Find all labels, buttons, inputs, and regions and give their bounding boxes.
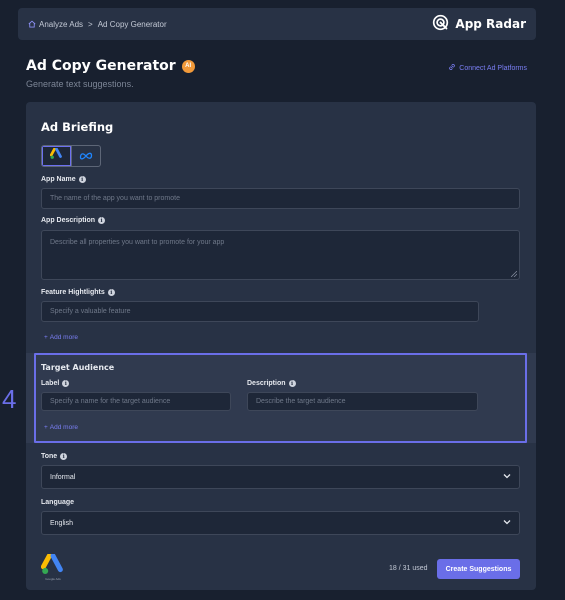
- audience-description-placeholder: Describe the target audience: [256, 398, 346, 405]
- info-icon[interactable]: i: [78, 176, 86, 183]
- plus-icon: +: [44, 334, 48, 341]
- add-audience-button[interactable]: + Add more: [44, 424, 78, 431]
- breadcrumb-separator: >: [88, 19, 93, 29]
- chevron-down-icon: [503, 473, 511, 481]
- language-select[interactable]: English: [41, 511, 520, 535]
- feature-highlight-input[interactable]: Specify a valuable feature: [41, 301, 479, 322]
- language-label-text: Language: [41, 499, 75, 506]
- breadcrumb: Analyze Ads > Ad Copy Generator: [28, 20, 167, 29]
- meta-platform-button[interactable]: [70, 146, 100, 166]
- breadcrumb-item-analyze-ads[interactable]: Analyze Ads: [28, 20, 83, 29]
- info-icon[interactable]: i: [288, 380, 296, 387]
- language-label: Language: [41, 499, 74, 506]
- feature-highlights-label-text: Feature Hightlights: [41, 289, 105, 296]
- info-icon[interactable]: i: [98, 217, 106, 224]
- tone-select[interactable]: Informal: [41, 465, 520, 489]
- resize-handle-icon[interactable]: [510, 270, 518, 278]
- tone-value: Informal: [50, 473, 76, 481]
- home-icon: [28, 20, 36, 28]
- app-radar-logo[interactable]: App Radar: [432, 14, 526, 34]
- app-name-placeholder: The name of the app you want to promote: [50, 195, 180, 202]
- audience-label-placeholder: Specify a name for the target audience: [50, 398, 171, 405]
- connect-ad-platforms-link[interactable]: Connect Ad Platforms: [448, 63, 527, 73]
- add-feature-button[interactable]: + Add more: [44, 334, 78, 341]
- audience-description-label: Description i: [247, 380, 296, 387]
- app-description-label-text: App Description: [41, 217, 96, 224]
- card-title: Ad Briefing: [41, 120, 114, 134]
- radar-icon: [432, 14, 449, 34]
- audience-label-input[interactable]: Specify a name for the target audience: [41, 392, 231, 411]
- link-icon: [448, 63, 456, 73]
- app-description-textarea[interactable]: Describe all properties you want to prom…: [41, 230, 520, 280]
- breadcrumb-label: Analyze Ads: [39, 19, 84, 29]
- audience-label-label: Label i: [41, 380, 70, 387]
- language-value: English: [50, 519, 73, 527]
- usage-counter: 18 / 31 used: [389, 565, 428, 572]
- connect-link-label: Connect Ad Platforms: [459, 64, 527, 72]
- add-more-label: Add more: [49, 334, 78, 341]
- page-header: Ad Copy Generator AI: [26, 58, 195, 74]
- chevron-down-icon: [503, 519, 511, 527]
- page-subtitle: Generate text suggestions.: [26, 79, 134, 89]
- top-bar: Analyze Ads > Ad Copy Generator App Rada…: [18, 8, 536, 40]
- app-description-placeholder: Describe all properties you want to prom…: [50, 239, 225, 246]
- plus-icon: +: [44, 424, 48, 431]
- feature-highlight-placeholder: Specify a valuable feature: [50, 308, 131, 315]
- app-name-input[interactable]: The name of the app you want to promote: [41, 188, 520, 209]
- breadcrumb-item-ad-copy-generator[interactable]: Ad Copy Generator: [98, 20, 167, 29]
- info-icon[interactable]: i: [62, 380, 70, 387]
- google-ads-platform-button[interactable]: [42, 146, 71, 166]
- ai-badge: AI: [181, 59, 195, 73]
- step-number: 4: [2, 384, 17, 414]
- audience-description-label-text: Description: [247, 380, 286, 387]
- info-icon[interactable]: i: [107, 289, 115, 296]
- add-more-label: Add more: [49, 424, 78, 431]
- info-icon[interactable]: i: [60, 453, 68, 460]
- app-name-label-text: App Name: [41, 176, 76, 183]
- meta-icon: [79, 147, 93, 165]
- audience-label-label-text: Label: [41, 380, 60, 387]
- tone-label-text: Tone: [41, 453, 58, 460]
- page-title: Ad Copy Generator: [26, 58, 176, 74]
- google-ads-icon: [49, 147, 63, 165]
- brand-name: App Radar: [455, 17, 526, 31]
- create-suggestions-button[interactable]: Create Suggestions: [437, 559, 520, 579]
- google-ads-logo-caption: Google Ads: [45, 577, 61, 581]
- feature-highlights-label: Feature Hightlights i: [41, 289, 115, 296]
- tone-label: Tone i: [41, 453, 68, 460]
- app-name-label: App Name i: [41, 176, 86, 183]
- app-description-label: App Description i: [41, 217, 106, 224]
- target-audience-title: Target Audience: [41, 363, 115, 372]
- platform-toggle: [41, 145, 101, 167]
- audience-description-input[interactable]: Describe the target audience: [247, 392, 478, 411]
